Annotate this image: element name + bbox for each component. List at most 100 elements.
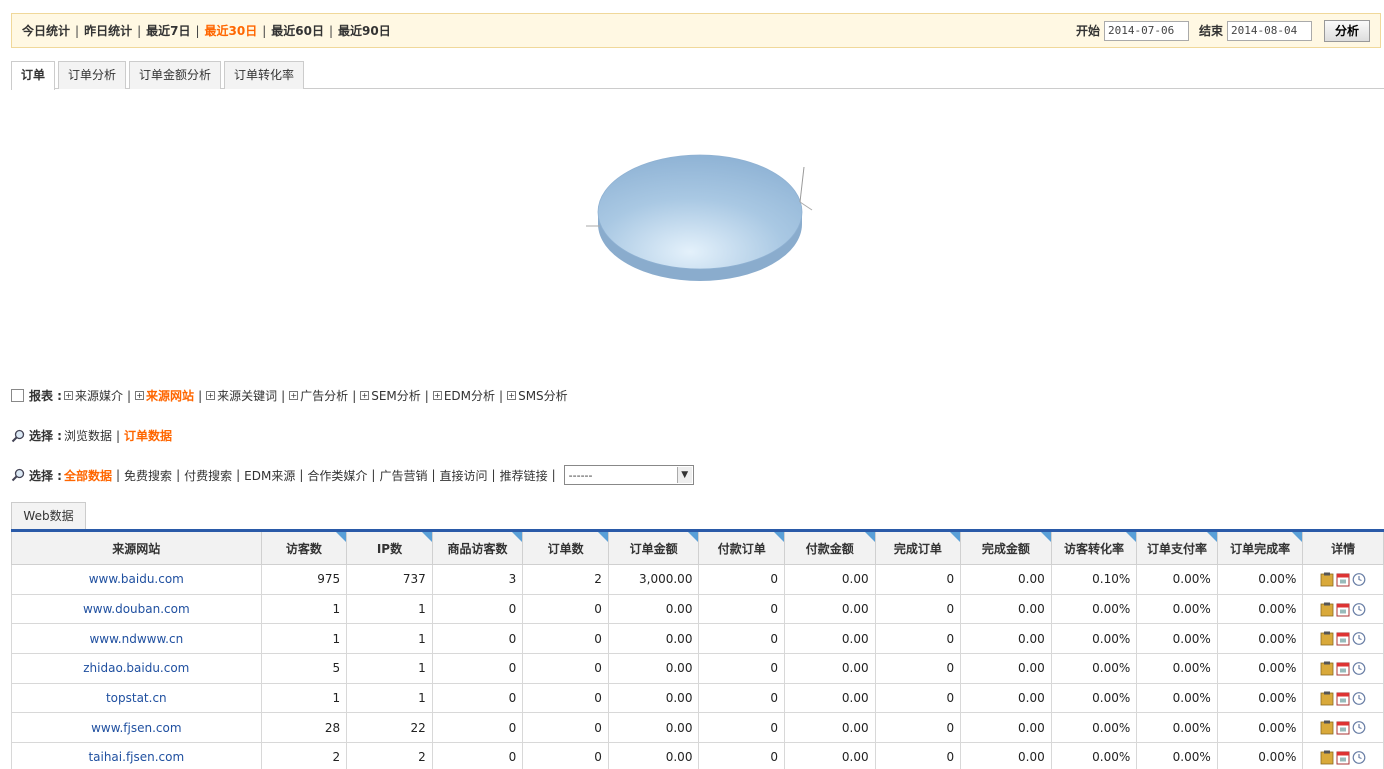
help-corner-icon[interactable] — [688, 532, 699, 542]
table-cell: 0 — [698, 564, 785, 595]
report-link[interactable]: SMS分析 — [518, 387, 568, 404]
source-site-cell[interactable]: zhidao.baidu.com — [11, 653, 262, 684]
help-corner-icon[interactable] — [1206, 532, 1217, 542]
source-site-cell[interactable]: www.ndwww.cn — [11, 623, 262, 655]
help-corner-icon[interactable] — [774, 532, 784, 542]
calendar-icon[interactable] — [1336, 661, 1350, 676]
filter-dropdown[interactable]: ------ ▼ — [563, 465, 694, 485]
data-type-link[interactable]: 订单数据 — [124, 427, 172, 444]
report-link[interactable]: 广告分析 — [300, 387, 348, 404]
separator: | — [116, 428, 121, 443]
chevron-down-icon[interactable]: ▼ — [676, 467, 692, 483]
help-corner-icon[interactable] — [1292, 532, 1303, 542]
table-cell: 0.00% — [1136, 593, 1218, 625]
column-header-label: 详情 — [1331, 541, 1356, 556]
report-link[interactable]: SEM分析 — [371, 387, 421, 404]
table-cell: 0.00% — [1050, 742, 1138, 769]
clock-icon[interactable] — [1352, 631, 1366, 646]
table-cell: 0.00 — [784, 742, 876, 769]
separator: | — [431, 468, 436, 482]
date-picker-area: 开始 结束 分析 — [1076, 19, 1370, 42]
column-header: 订单完成率 — [1216, 529, 1304, 565]
help-corner-icon[interactable] — [597, 532, 608, 542]
source-site-cell[interactable]: topstat.cn — [11, 682, 262, 714]
separator: | — [424, 388, 429, 403]
report-checkbox[interactable] — [11, 389, 24, 402]
range-link[interactable]: 最近30日 — [205, 22, 258, 39]
source-type-link[interactable]: 全部数据 — [64, 467, 112, 484]
web-data-tab[interactable]: Web数据 — [11, 502, 86, 529]
clipboard-icon[interactable] — [1320, 572, 1334, 587]
tab[interactable]: 订单 — [11, 61, 56, 90]
help-corner-icon[interactable] — [1040, 532, 1051, 542]
expand-icon[interactable]: + — [360, 391, 370, 400]
source-type-link[interactable]: 付费搜索 — [184, 467, 232, 484]
start-date-input[interactable] — [1103, 20, 1189, 41]
range-link[interactable]: 最近7日 — [146, 22, 190, 39]
table-cell: 0 — [431, 593, 524, 625]
help-corner-icon[interactable] — [512, 532, 523, 542]
clock-icon[interactable] — [1352, 572, 1366, 587]
data-type-link[interactable]: 浏览数据 — [64, 427, 112, 444]
source-site-cell[interactable]: taihai.fjsen.com — [11, 742, 262, 769]
clock-icon[interactable] — [1352, 720, 1366, 735]
tab[interactable]: 订单转化率 — [224, 61, 305, 89]
source-type-link[interactable]: 推荐链接 — [500, 467, 548, 484]
expand-icon[interactable]: + — [63, 391, 73, 400]
calendar-icon[interactable] — [1336, 720, 1350, 735]
report-link[interactable]: 来源关键词 — [217, 387, 277, 404]
help-corner-icon[interactable] — [421, 532, 432, 542]
pie-slice[interactable] — [597, 154, 803, 270]
source-site-cell[interactable]: www.fjsen.com — [11, 712, 262, 744]
clipboard-icon[interactable] — [1320, 602, 1334, 617]
leader-line — [799, 166, 805, 203]
expand-icon[interactable]: + — [289, 391, 299, 400]
clipboard-icon[interactable] — [1320, 720, 1334, 735]
help-corner-icon[interactable] — [950, 532, 961, 542]
source-type-link[interactable]: 直接访问 — [440, 467, 488, 484]
table-cell: 0.00% — [1216, 742, 1304, 769]
calendar-icon[interactable] — [1336, 572, 1350, 587]
end-date-input[interactable] — [1227, 20, 1312, 41]
report-link[interactable]: EDM分析 — [444, 387, 495, 404]
detail-cell — [1302, 653, 1384, 684]
range-link[interactable]: 最近90日 — [338, 22, 391, 39]
tab[interactable]: 订单金额分析 — [129, 61, 222, 89]
expand-icon[interactable]: + — [432, 391, 442, 400]
report-link[interactable]: 来源网站 — [146, 387, 194, 404]
help-corner-icon[interactable] — [336, 532, 347, 542]
expand-icon[interactable]: + — [507, 391, 517, 400]
range-link[interactable]: 今日统计 — [22, 22, 70, 39]
table-cell: 0.00% — [1216, 623, 1304, 655]
source-site-cell[interactable]: www.baidu.com — [11, 564, 262, 595]
calendar-icon[interactable] — [1336, 750, 1350, 765]
help-corner-icon[interactable] — [864, 532, 875, 542]
source-type-link[interactable]: 免费搜索 — [124, 467, 172, 484]
source-site-cell[interactable]: www.douban.com — [11, 593, 262, 625]
clock-icon[interactable] — [1352, 661, 1366, 676]
calendar-icon[interactable] — [1336, 691, 1350, 706]
source-type-link[interactable]: EDM来源 — [244, 467, 295, 484]
calendar-icon[interactable] — [1336, 602, 1350, 617]
table-cell: 28 — [260, 712, 348, 744]
clock-icon[interactable] — [1352, 602, 1366, 617]
source-type-link[interactable]: 合作类媒介 — [307, 467, 367, 484]
range-link[interactable]: 昨日统计 — [84, 22, 132, 39]
source-type-link[interactable]: 广告营销 — [379, 467, 427, 484]
clipboard-icon[interactable] — [1320, 750, 1334, 765]
clock-icon[interactable] — [1352, 691, 1366, 706]
analyze-button[interactable]: 分析 — [1324, 19, 1370, 42]
clock-icon[interactable] — [1352, 750, 1366, 765]
expand-icon[interactable]: + — [135, 391, 145, 400]
expand-icon[interactable]: + — [206, 391, 216, 400]
range-link[interactable]: 最近60日 — [271, 22, 324, 39]
tab[interactable]: 订单分析 — [58, 61, 127, 89]
help-corner-icon[interactable] — [1126, 532, 1137, 542]
clipboard-icon[interactable] — [1320, 691, 1334, 706]
report-link[interactable]: 来源媒介 — [75, 387, 123, 404]
clipboard-icon[interactable] — [1320, 631, 1334, 646]
clipboard-icon[interactable] — [1320, 661, 1334, 676]
calendar-icon[interactable] — [1336, 631, 1350, 646]
table-cell: 0 — [522, 742, 609, 769]
detail-cell — [1302, 564, 1384, 595]
